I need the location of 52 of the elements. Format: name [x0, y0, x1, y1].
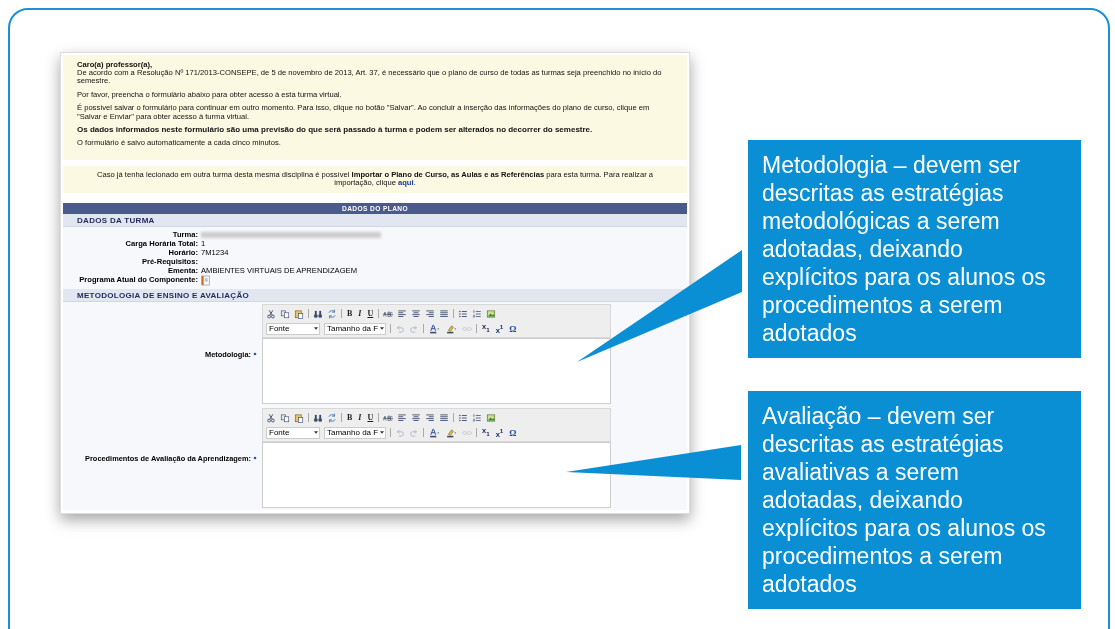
caret-icon — [314, 327, 318, 331]
align-center-icon[interactable] — [411, 412, 422, 423]
highlighter-icon[interactable] — [445, 323, 458, 334]
text-color-icon[interactable] — [428, 323, 441, 334]
justify-icon[interactable] — [439, 308, 450, 319]
highlighter-icon[interactable] — [445, 427, 458, 438]
notice-paragraph: Os dados informados neste formulário são uma previsão do que será passado à turma e podem ser alterados no decorrer do semestre. — [77, 126, 594, 135]
align-left-icon[interactable] — [397, 412, 408, 423]
format-button[interactable]: B — [346, 412, 354, 423]
document-icon[interactable] — [201, 275, 210, 287]
image-icon[interactable] — [486, 308, 497, 319]
strikethrough-icon[interactable] — [383, 412, 394, 423]
binoculars-icon[interactable] — [313, 412, 323, 423]
caret-icon — [380, 431, 384, 435]
copy-icon[interactable] — [280, 412, 290, 423]
justify-icon[interactable] — [439, 412, 450, 423]
format-button[interactable]: U — [366, 308, 375, 319]
binoculars-icon[interactable] — [313, 308, 323, 319]
font-size-select[interactable]: Tamanho da F — [324, 426, 386, 439]
font-select[interactable]: Fonte — [266, 426, 320, 439]
copy-icon[interactable] — [280, 308, 290, 319]
numbered-list-icon[interactable] — [472, 308, 483, 319]
font-select[interactable]: Fonte — [266, 322, 320, 335]
bulleted-list-icon[interactable] — [458, 308, 469, 319]
cut-icon[interactable] — [266, 308, 276, 319]
caret-icon — [314, 431, 318, 435]
format-button[interactable]: I — [357, 412, 363, 423]
paste-icon[interactable] — [294, 308, 304, 319]
callout-box: Avaliação – devem ser descritas as estratégias avaliativas a serem adotadas, deixando explícitos para os alunos os procedimentos a serem adotados — [748, 391, 1081, 609]
font-size-select[interactable]: Tamanho da F — [324, 322, 386, 335]
format-button[interactable]: I — [357, 308, 363, 319]
align-left-icon[interactable] — [397, 308, 408, 319]
symbol-button[interactable]: Ω — [508, 427, 518, 438]
align-center-icon[interactable] — [411, 308, 422, 319]
cut-icon[interactable] — [266, 412, 276, 423]
replace-icon[interactable] — [327, 308, 337, 319]
symbol-button[interactable]: Ω — [508, 323, 518, 334]
text-color-icon[interactable] — [428, 427, 441, 438]
strikethrough-icon[interactable] — [383, 308, 394, 319]
format-button[interactable]: U — [366, 412, 375, 423]
replace-icon[interactable] — [327, 412, 337, 423]
section-heading: DADOS DA TURMA — [63, 214, 687, 228]
paste-icon[interactable] — [294, 412, 304, 423]
caret-icon — [380, 327, 384, 331]
bulleted-list-icon[interactable] — [458, 412, 469, 423]
align-right-icon[interactable] — [425, 308, 436, 319]
format-button[interactable]: B — [346, 308, 354, 319]
callout-box: Metodologia – devem ser descritas as estratégias metodológicas a serem adotadas, deixando explícitos para os alunos os procedimentos a serem adotados — [748, 140, 1081, 358]
section-heading: METODOLOGIA DE ENSINO E AVALIAÇÃO — [63, 289, 687, 303]
image-icon[interactable] — [486, 412, 497, 423]
align-right-icon[interactable] — [425, 412, 436, 423]
numbered-list-icon[interactable] — [472, 412, 483, 423]
